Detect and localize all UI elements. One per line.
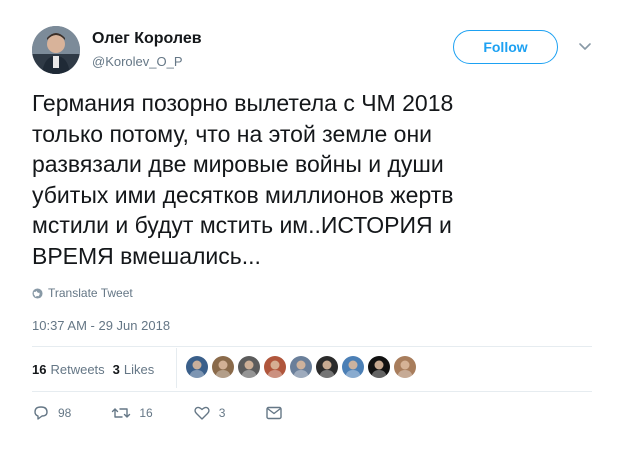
- reply-icon: [34, 406, 48, 420]
- liker-avatars: [186, 356, 416, 378]
- globe-icon: [32, 287, 43, 299]
- chevron-down-icon[interactable]: [578, 40, 592, 54]
- retweets-label: Retweets: [50, 362, 105, 377]
- retweet-count: 16: [139, 406, 153, 420]
- liker-avatar[interactable]: [264, 356, 286, 378]
- follow-button[interactable]: Follow: [453, 30, 558, 64]
- liker-avatar[interactable]: [368, 356, 390, 378]
- tweet-text: Германия позорно вылетела с ЧМ 2018 толь…: [32, 90, 454, 269]
- direct-message-button[interactable]: [265, 404, 283, 422]
- liker-avatar[interactable]: [290, 356, 312, 378]
- liker-avatar[interactable]: [316, 356, 338, 378]
- tweet-stats: 16 Retweets 3 Likes: [32, 362, 154, 377]
- avatar[interactable]: [32, 26, 80, 74]
- like-button[interactable]: 3: [193, 404, 226, 422]
- retweet-button[interactable]: 16: [111, 404, 153, 422]
- translate-label: Translate Tweet: [48, 286, 133, 300]
- like-count: 3: [218, 406, 226, 420]
- likes-count: 3: [112, 362, 120, 377]
- reply-count: 98: [58, 406, 72, 420]
- liker-avatar[interactable]: [186, 356, 208, 378]
- stats-separator: [176, 348, 177, 388]
- author-handle[interactable]: @Korolev_O_P: [92, 54, 183, 69]
- tweet-timestamp[interactable]: 10:37 AM - 29 Jun 2018: [32, 318, 170, 333]
- translate-tweet-link[interactable]: Translate Tweet: [32, 286, 133, 300]
- liker-avatar[interactable]: [394, 356, 416, 378]
- divider: [32, 346, 592, 347]
- tweet-actions: 98 16 3: [32, 404, 323, 422]
- reply-button[interactable]: 98: [32, 404, 71, 422]
- retweets-count: 16: [32, 362, 47, 377]
- liker-avatar[interactable]: [238, 356, 260, 378]
- retweet-icon: [112, 408, 131, 418]
- liker-avatar[interactable]: [342, 356, 364, 378]
- author-name[interactable]: Олег Королев: [92, 30, 202, 48]
- tweet-card: Олег Королев @Korolev_O_P Follow Германи…: [0, 0, 624, 454]
- message-icon: [266, 406, 283, 420]
- likes-stat[interactable]: 3 Likes: [113, 362, 155, 377]
- likes-label: Likes: [123, 362, 155, 377]
- divider: [32, 391, 592, 392]
- liker-avatar[interactable]: [212, 356, 234, 378]
- retweets-stat[interactable]: 16 Retweets: [32, 362, 105, 377]
- heart-icon: [194, 406, 210, 420]
